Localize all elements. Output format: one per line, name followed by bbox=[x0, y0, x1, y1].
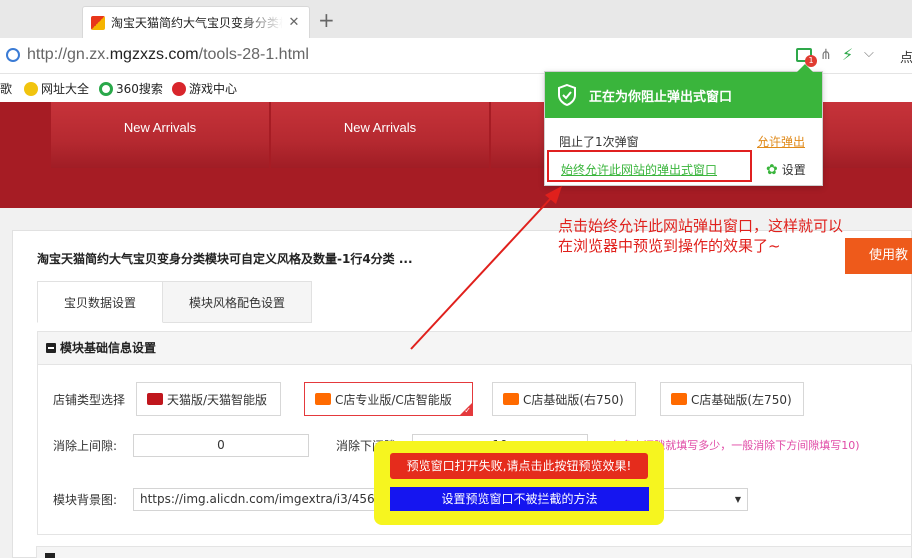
360-search-icon bbox=[99, 81, 113, 96]
site-favicon-icon bbox=[91, 15, 105, 30]
popup-settings-link[interactable]: ✿ 设置 bbox=[766, 161, 806, 178]
plus-circle-icon bbox=[24, 81, 38, 96]
bookmark-label: 360搜索 bbox=[116, 82, 163, 96]
share-icon[interactable]: ⋔ bbox=[820, 47, 832, 63]
bookmark-label: 歌 bbox=[0, 82, 13, 96]
background-image-label: 模块背景图: bbox=[53, 493, 118, 507]
tab-item-data[interactable]: 宝贝数据设置 bbox=[37, 281, 164, 323]
store-type-label-tmall: 天猫版/天猫智能版 bbox=[167, 392, 268, 407]
bookmark-item[interactable]: 游戏中心 bbox=[172, 80, 237, 97]
banner-tile[interactable]: New Arrivals bbox=[51, 102, 269, 168]
url-prefix: http://gn.zx. bbox=[27, 46, 110, 63]
address-bar: http://gn.zx.mgzxzs.com/tools-28-1.html … bbox=[0, 38, 912, 74]
bookmark-item[interactable]: 网址大全 bbox=[24, 80, 89, 97]
gear-icon: ✿ bbox=[766, 161, 778, 178]
popup-blocked-icon[interactable]: 1 bbox=[796, 48, 817, 67]
bookmark-item[interactable]: 歌 bbox=[0, 80, 12, 97]
popup-blocker-title: 正在为你阻止弹出式窗口 bbox=[589, 89, 733, 105]
settings-label: 设置 bbox=[781, 163, 806, 177]
page-title: 淘宝天猫简约大气宝贝变身分类模块可自定义风格及数量-1行4分类 ... bbox=[37, 252, 413, 266]
dropdown-arrow bbox=[797, 64, 813, 72]
store-type-label-c-pro: C店专业版/C店智能版 bbox=[335, 392, 452, 407]
store-type-c-basic-right-button[interactable]: C店基础版(右750) bbox=[492, 382, 636, 416]
caret-down-icon: ▼ bbox=[734, 495, 741, 504]
chevron-down-icon[interactable]: ⌵ bbox=[864, 46, 874, 61]
store-type-tmall-button[interactable]: 天猫版/天猫智能版 bbox=[136, 382, 281, 416]
collapse-icon[interactable] bbox=[45, 553, 55, 558]
collapse-icon[interactable] bbox=[46, 343, 56, 353]
section-header[interactable]: 模块基础信息设置 bbox=[38, 332, 912, 365]
top-gap-label: 消除上间隙: bbox=[53, 439, 118, 453]
taobao-icon bbox=[315, 393, 331, 405]
open-preview-button[interactable]: 预览窗口打开失败,请点击此按钮预览效果! bbox=[390, 453, 648, 479]
store-type-label: 店铺类型选择 bbox=[53, 393, 126, 407]
highlight-box bbox=[547, 150, 752, 182]
site-info-icon[interactable] bbox=[6, 48, 20, 62]
bookmark-label: 游戏中心 bbox=[189, 82, 238, 96]
shield-check-icon bbox=[558, 84, 576, 106]
store-type-c-basic-left-button[interactable]: C店基础版(左750) bbox=[660, 382, 804, 416]
store-type-c-pro-button[interactable]: C店专业版/C店智能版 ✓ bbox=[304, 382, 473, 416]
checkmark-icon: ✓ bbox=[464, 406, 471, 415]
next-section-header[interactable] bbox=[36, 546, 912, 558]
close-tab-icon[interactable]: ✕ bbox=[287, 15, 301, 30]
use-tutorial-button[interactable]: 使用教 bbox=[845, 238, 912, 274]
browser-tab-strip: 淘宝天猫简约大气宝贝变身分类模块可自定义风格 ✕ + bbox=[0, 0, 912, 38]
allow-popup-link[interactable]: 允许弹出 bbox=[757, 133, 805, 150]
tab-title: 淘宝天猫简约大气宝贝变身分类模块可自定义风格 bbox=[111, 16, 283, 30]
banner-label: New Arrivals bbox=[343, 120, 417, 135]
blocked-count-text: 阻止了1次弹窗 bbox=[559, 135, 639, 149]
bookmark-label: 网址大全 bbox=[41, 82, 90, 96]
bookmark-item[interactable]: 360搜索 bbox=[99, 80, 163, 97]
settings-tabs: 宝贝数据设置 模块风格配色设置 bbox=[37, 281, 313, 323]
taobao-icon bbox=[671, 393, 687, 405]
url-domain: mgzxzs.com bbox=[109, 46, 199, 63]
url-field[interactable]: http://gn.zx.mgzxzs.com/tools-28-1.html bbox=[27, 46, 309, 64]
new-tab-icon[interactable]: + bbox=[318, 10, 335, 30]
menu-partial-label[interactable]: 点 bbox=[900, 47, 912, 66]
url-path: /tools-28-1.html bbox=[198, 46, 309, 63]
section-title: 模块基础信息设置 bbox=[60, 340, 157, 355]
banner-tile[interactable]: New Arrivals bbox=[271, 102, 489, 168]
browser-tab[interactable]: 淘宝天猫简约大气宝贝变身分类模块可自定义风格 ✕ bbox=[82, 6, 310, 38]
tmall-icon bbox=[147, 393, 163, 405]
store-type-label-c-basic-left: C店基础版(左750) bbox=[691, 392, 792, 407]
preview-failed-box: 预览窗口打开失败,请点击此按钮预览效果! 设置预览窗口不被拦截的方法 bbox=[374, 441, 664, 525]
tab-style-colors[interactable]: 模块风格配色设置 bbox=[163, 281, 313, 323]
popup-blocker-header: 正在为你阻止弹出式窗口 bbox=[545, 72, 822, 118]
store-type-label-c-basic-right: C店基础版(右750) bbox=[523, 392, 624, 407]
background-image-value: https://img.alicdn.com/imgextra/i3/45698… bbox=[140, 492, 398, 506]
taobao-icon bbox=[503, 393, 519, 405]
annotation-text: 点击始终允许此网站弹出窗口，这样就可以在浏览器中预览到操作的效果了~ bbox=[558, 217, 844, 255]
no-block-help-button[interactable]: 设置预览窗口不被拦截的方法 bbox=[390, 487, 649, 511]
banner-label: New Arrivals bbox=[123, 120, 197, 135]
lightning-icon[interactable]: ⚡ bbox=[842, 45, 853, 64]
game-center-icon bbox=[172, 81, 186, 96]
top-gap-input[interactable]: 0 bbox=[133, 434, 309, 457]
